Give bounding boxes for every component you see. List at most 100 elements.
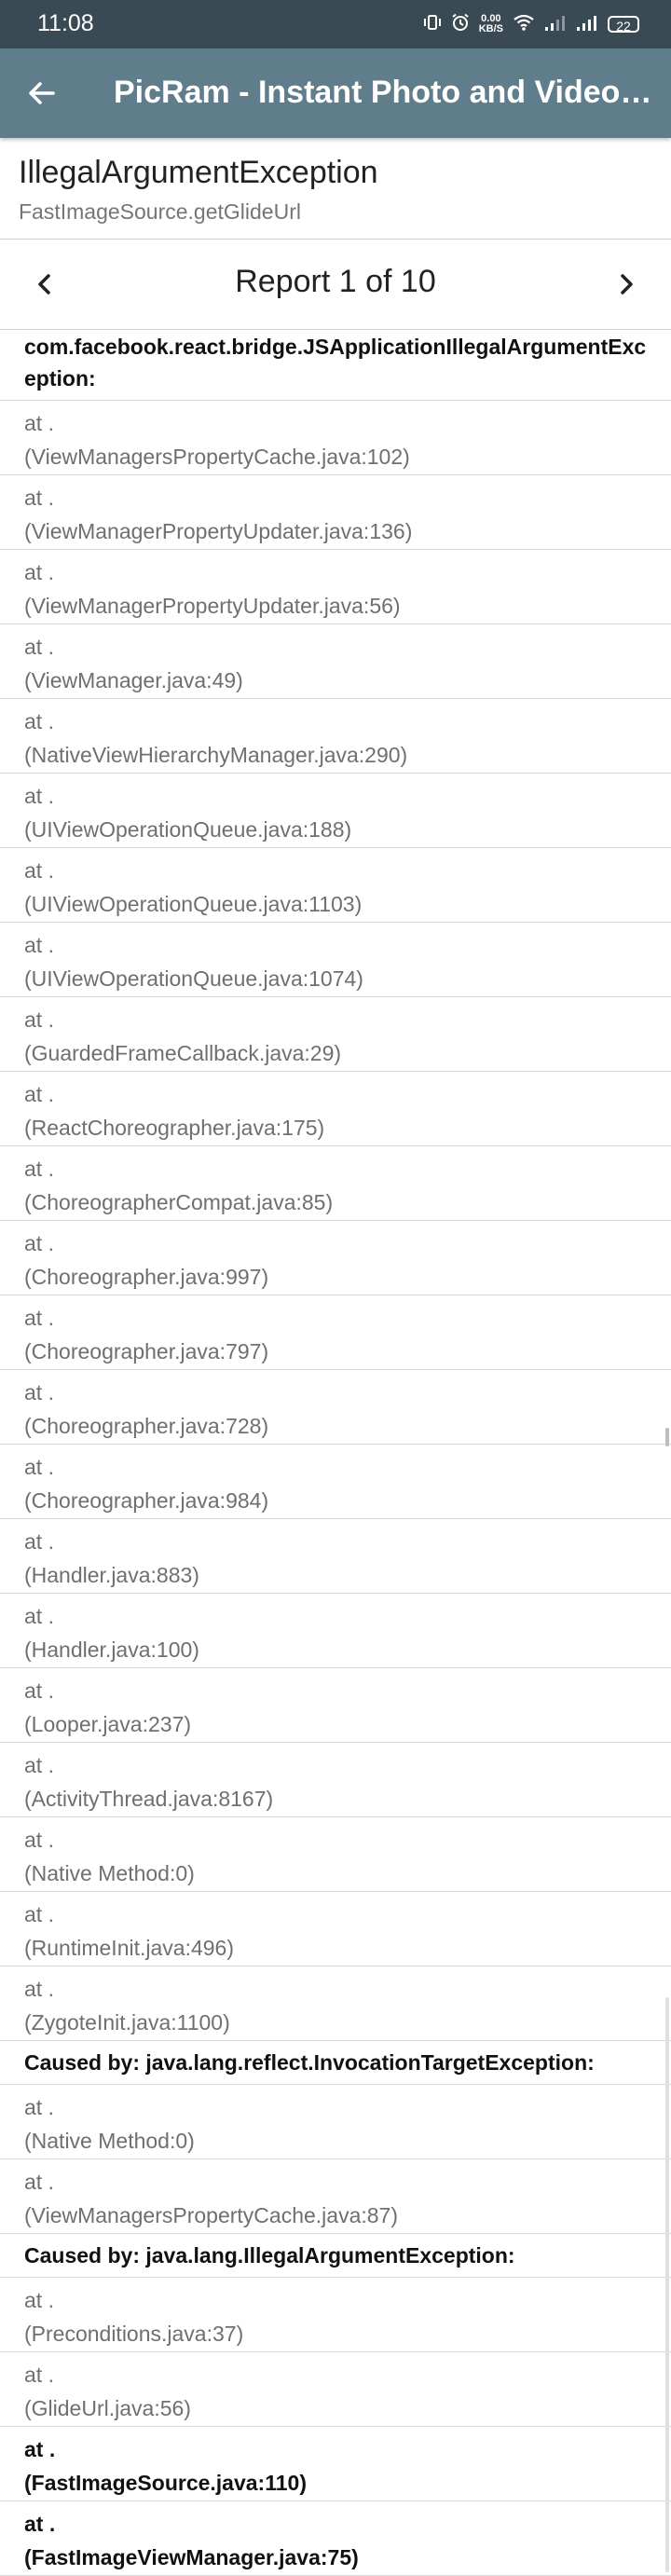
- trace-frame-location: (ViewManagersPropertyCache.java:87): [24, 2203, 398, 2227]
- trace-frame: at . (ViewManagerPropertyUpdater.java:56): [0, 550, 671, 624]
- trace-frame: at . (ReactChoreographer.java:175): [0, 1072, 671, 1146]
- trace-frame: at . (Choreographer.java:728): [0, 1370, 671, 1445]
- trace-frame: at . (Handler.java:100): [0, 1594, 671, 1668]
- arrow-left-icon[interactable]: [22, 75, 60, 112]
- trace-frame-location: (NativeViewHierarchyManager.java:290): [24, 743, 408, 767]
- trace-frame-location: (RuntimeInit.java:496): [24, 1936, 234, 1960]
- trace-frame-prefix: at .: [24, 2095, 54, 2119]
- trace-frame: at . (Choreographer.java:984): [0, 1445, 671, 1519]
- trace-frame-prefix: at .: [24, 1380, 54, 1404]
- trace-frame-location: (Choreographer.java:984): [24, 1488, 269, 1513]
- trace-frame-prefix: at .: [24, 2437, 56, 2461]
- trace-frame-prefix: at .: [24, 2363, 54, 2387]
- trace-frame: at . (GuardedFrameCallback.java:29): [0, 997, 671, 1072]
- trace-frame: at . (FastImageSource.java:110): [0, 2427, 671, 2501]
- trace-frame-prefix: at .: [24, 1157, 54, 1181]
- trace-frame: at . (Native Method:0): [0, 2085, 671, 2159]
- trace-frame: at . (ActivityThread.java:8167): [0, 1743, 671, 1817]
- trace-frame: at . (ZygoteInit.java:1100): [0, 1966, 671, 2041]
- vibrate-icon: [423, 13, 442, 36]
- toolbar-title: PicRam - Instant Photo and Video Sh...: [114, 75, 659, 110]
- network-speed-unit: KB/S: [478, 23, 503, 34]
- trace-frame-prefix: at .: [24, 1082, 54, 1106]
- trace-frame-prefix: at .: [24, 784, 54, 808]
- trace-frame: at . (UIViewOperationQueue.java:188): [0, 774, 671, 848]
- chevron-right-icon[interactable]: [608, 266, 645, 303]
- trace-frame-prefix: at .: [24, 560, 54, 584]
- network-speed: 0.00 KB/S: [479, 14, 503, 34]
- trace-frame-prefix: at .: [24, 1604, 54, 1628]
- trace-frame-location: (UIViewOperationQueue.java:1074): [24, 966, 363, 991]
- trace-frame-prefix: at .: [24, 1231, 54, 1255]
- trace-frame-location: (ViewManager.java:49): [24, 668, 243, 692]
- trace-frame-prefix: at .: [24, 2288, 54, 2312]
- trace-frame-prefix: at .: [24, 2512, 56, 2536]
- trace-line: eption:: [24, 366, 96, 391]
- trace-frame-prefix: at .: [24, 1753, 54, 1777]
- trace-frame-prefix: at .: [24, 933, 54, 957]
- trace-exception-header: com.facebook.react.bridge.JSApplicationI…: [0, 329, 671, 401]
- trace-frame: at . (Preconditions.java:37): [0, 2278, 671, 2352]
- trace-frame-prefix: at .: [24, 411, 54, 435]
- exception-source: FastImageSource.getGlideUrl: [19, 199, 301, 224]
- trace-frame: at . (UIViewOperationQueue.java:1103): [0, 848, 671, 923]
- trace-frame-location: (FastImageViewManager.java:75): [24, 2545, 359, 2569]
- trace-frame-prefix: at .: [24, 858, 54, 883]
- trace-frame: at . (GlideUrl.java:56): [0, 2352, 671, 2427]
- trace-frame: at . (UIViewOperationQueue.java:1074): [0, 923, 671, 997]
- status-time: 11:08: [37, 10, 94, 36]
- trace-frame-prefix: at .: [24, 635, 54, 659]
- trace-frame-prefix: at .: [24, 1529, 54, 1554]
- trace-frame-location: (UIViewOperationQueue.java:1103): [24, 892, 363, 916]
- trace-frame-prefix: at .: [24, 1828, 54, 1852]
- trace-frame-location: (Handler.java:883): [24, 1563, 199, 1587]
- scrollbar-thumb[interactable]: [665, 1997, 669, 2572]
- trace-frame-location: (ViewManagerPropertyUpdater.java:136): [24, 519, 413, 543]
- trace-frame-location: (ActivityThread.java:8167): [24, 1787, 274, 1811]
- trace-caused-by: Caused by: java.lang.IllegalArgumentExce…: [0, 2234, 671, 2278]
- trace-frame-location: (GuardedFrameCallback.java:29): [24, 1041, 342, 1065]
- trace-frame-prefix: at .: [24, 1455, 54, 1479]
- report-pager: Report 1 of 10: [0, 240, 671, 330]
- trace-frame-location: (Choreographer.java:797): [24, 1339, 269, 1363]
- trace-frame-location: (FastImageSource.java:110): [24, 2471, 307, 2495]
- trace-frame-location: (Looper.java:237): [24, 1712, 192, 1736]
- trace-frame: at . (NativeViewHierarchyManager.java:290…: [0, 699, 671, 774]
- battery-icon: 22: [608, 16, 639, 34]
- trace-frame: at . (Native Method:0): [0, 1817, 671, 1892]
- trace-frame: at . (Choreographer.java:997): [0, 1221, 671, 1295]
- trace-frame-prefix: at .: [24, 2170, 54, 2194]
- trace-frame-prefix: at .: [24, 1007, 54, 1032]
- signal-1-icon: [544, 13, 567, 36]
- signal-2-icon: [576, 13, 598, 36]
- stack-trace-list[interactable]: com.facebook.react.bridge.JSApplicationI…: [0, 329, 671, 2576]
- trace-frame: at . (Looper.java:237): [0, 1668, 671, 1743]
- trace-frame-location: (ViewManagerPropertyUpdater.java:56): [24, 594, 401, 618]
- trace-frame-location: (UIViewOperationQueue.java:188): [24, 817, 352, 842]
- trace-frame: at . (ViewManagersPropertyCache.java:102): [0, 401, 671, 475]
- battery-level: 22: [616, 19, 631, 34]
- alarm-icon: [451, 13, 470, 36]
- trace-frame-location: (Choreographer.java:997): [24, 1265, 269, 1289]
- trace-frame-prefix: at .: [24, 1902, 54, 1926]
- trace-frame-location: (Preconditions.java:37): [24, 2322, 244, 2346]
- trace-frame-location: (ViewManagersPropertyCache.java:102): [24, 445, 410, 469]
- trace-frame-location: (Native Method:0): [24, 2129, 195, 2153]
- trace-line: Caused by: java.lang.IllegalArgumentExce…: [24, 2243, 515, 2268]
- trace-caused-by: Caused by: java.lang.reflect.InvocationT…: [0, 2041, 671, 2085]
- trace-frame-prefix: at .: [24, 486, 54, 510]
- trace-frame-location: (ChoreographerCompat.java:85): [24, 1190, 334, 1214]
- app-toolbar: PicRam - Instant Photo and Video Sh...: [0, 48, 671, 138]
- trace-frame: at . (Handler.java:883): [0, 1519, 671, 1594]
- exception-name: IllegalArgumentException: [19, 155, 378, 190]
- trace-frame-location: (Choreographer.java:728): [24, 1414, 269, 1438]
- trace-frame: at . (ViewManagersPropertyCache.java:87): [0, 2159, 671, 2234]
- trace-frame: at . (ChoreographerCompat.java:85): [0, 1146, 671, 1221]
- exception-header: IllegalArgumentException FastImageSource…: [0, 138, 671, 240]
- trace-frame-location: (ReactChoreographer.java:175): [24, 1116, 325, 1140]
- trace-frame-prefix: at .: [24, 1977, 54, 2001]
- trace-frame-location: (GlideUrl.java:56): [24, 2396, 191, 2420]
- trace-frame-location: (Native Method:0): [24, 1861, 195, 1885]
- trace-frame-location: (ZygoteInit.java:1100): [24, 2010, 230, 2035]
- trace-frame: at . (RuntimeInit.java:496): [0, 1892, 671, 1966]
